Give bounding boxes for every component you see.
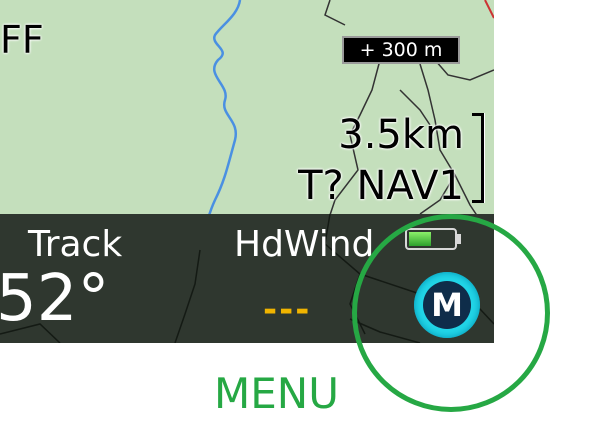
menu-button[interactable]: M [414,272,480,338]
road-line [324,0,346,26]
headwind-label: HdWind [234,224,375,265]
battery-icon [405,228,457,250]
flight-mode-label: FF [0,18,44,62]
map-screen[interactable]: FF + 300 m 3.5km T? NAV1 Track 52° HdWin… [0,0,494,343]
battery-tip [456,234,461,244]
track-value: 52° [0,262,110,336]
scale-bracket [472,113,484,203]
headwind-value: --- [263,290,312,330]
battery-level-fill [409,232,431,246]
distance-label: 3.5km [338,112,464,158]
altitude-offset-badge: + 300 m [342,36,460,64]
menu-caption: MENU [214,369,339,418]
track-label: Track [28,224,123,265]
road-line [484,0,494,19]
menu-icon: M [423,281,471,329]
target-label: T? NAV1 [298,163,464,209]
river-line [198,0,242,251]
